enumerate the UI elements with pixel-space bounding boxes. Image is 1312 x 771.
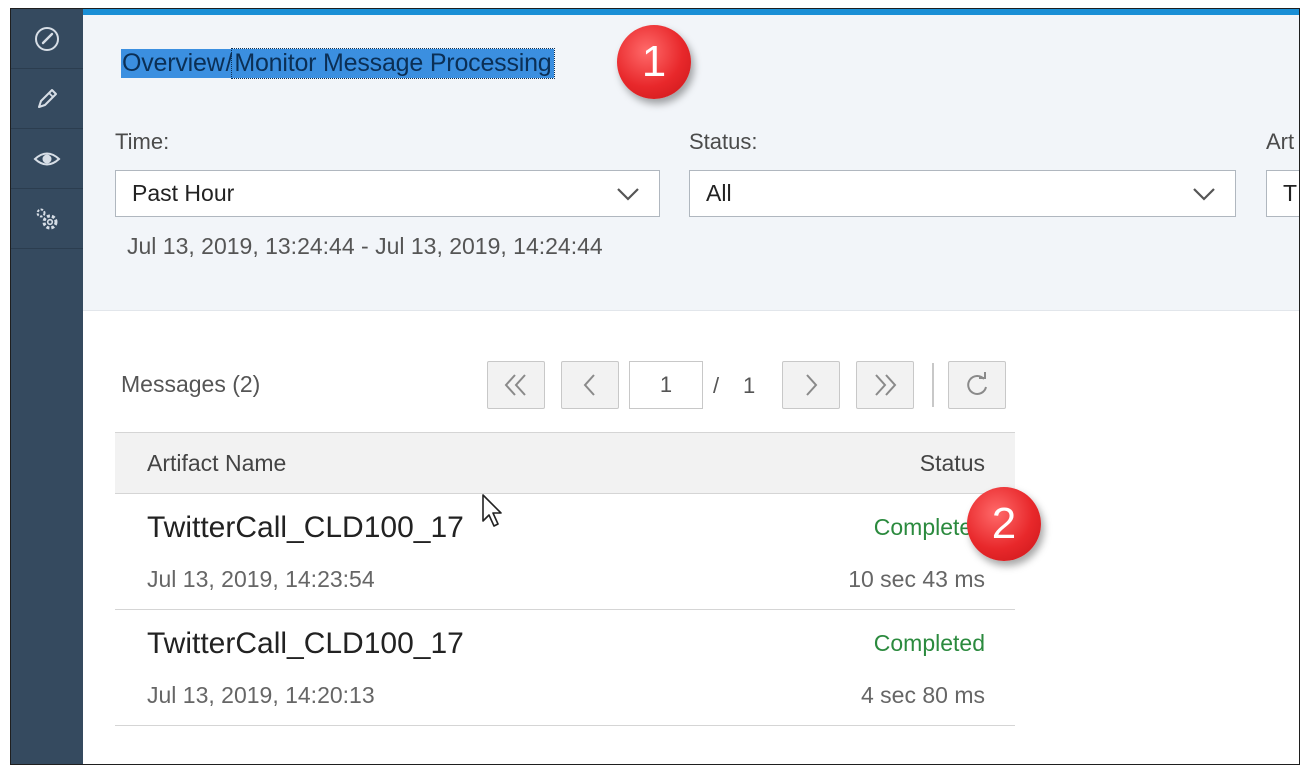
artifact-filter-label: Art	[1266, 129, 1295, 154]
mouse-cursor-icon	[482, 494, 502, 527]
sidebar-item-monitor[interactable]	[11, 129, 83, 189]
refresh-button[interactable]	[948, 361, 1006, 409]
status-filter-label: Status:	[689, 129, 758, 154]
dashboard-icon	[35, 26, 59, 51]
breadcrumb-overview-link[interactable]: Overview	[121, 48, 226, 78]
status-select[interactable]: All	[689, 170, 1236, 217]
time-range-text: Jul 13, 2019, 13:24:44 - Jul 13, 2019, 1…	[127, 233, 603, 259]
time-select[interactable]: Past Hour	[115, 170, 660, 217]
sidebar-item-overview[interactable]	[11, 9, 83, 69]
chevron-right-icon	[806, 374, 818, 396]
breadcrumb-current: Monitor Message Processing	[231, 47, 555, 79]
table-row[interactable]: TwitterCall_CLD100_17 Completed Jul 13, …	[115, 494, 1015, 610]
column-artifact-name[interactable]: Artifact Name	[147, 450, 286, 477]
chevron-down-icon	[1193, 188, 1215, 201]
filter-header: Overview / Monitor Message Processing 1 …	[83, 15, 1299, 311]
messages-title: Messages (2)	[121, 371, 261, 397]
sidebar	[11, 9, 83, 764]
gears-icon	[36, 208, 58, 229]
page-number-input[interactable]: 1	[629, 361, 703, 409]
breadcrumb-separator: /	[225, 48, 233, 78]
status-select-value: All	[706, 180, 732, 206]
sidebar-item-settings[interactable]	[11, 189, 83, 249]
next-page-button[interactable]	[782, 361, 840, 409]
breadcrumb: Overview / Monitor Message Processing	[121, 47, 555, 79]
pagination-divider	[932, 363, 934, 407]
pencil-icon	[38, 88, 57, 108]
page-total: 1	[743, 373, 756, 398]
time-select-value: Past Hour	[132, 180, 235, 206]
table-row[interactable]: TwitterCall_CLD100_17 Completed Jul 13, …	[115, 610, 1015, 726]
annotation-marker-2: 2	[967, 487, 1041, 561]
last-page-button[interactable]	[856, 361, 914, 409]
processed-date: Jul 13, 2019, 14:20:13	[147, 682, 375, 708]
status-text: Completed	[873, 630, 985, 656]
eye-icon	[33, 152, 61, 165]
artifact-name: TwitterCall_CLD100_17	[147, 627, 464, 660]
double-chevron-right-icon	[875, 374, 897, 396]
column-status[interactable]: Status	[920, 450, 985, 477]
chevron-down-icon	[617, 188, 639, 201]
app-window: Overview / Monitor Message Processing 1 …	[10, 8, 1300, 765]
table-header: Artifact Name Status	[115, 432, 1015, 494]
artifact-select-value: T	[1283, 180, 1298, 206]
main-content: Overview / Monitor Message Processing 1 …	[83, 9, 1299, 764]
page-separator: /	[713, 373, 720, 398]
processed-date: Jul 13, 2019, 14:23:54	[147, 566, 375, 592]
annotation-marker-1: 1	[617, 25, 691, 99]
time-filter-label: Time:	[115, 129, 170, 154]
previous-page-button[interactable]	[561, 361, 619, 409]
refresh-icon	[967, 372, 987, 395]
duration-text: 10 sec 43 ms	[848, 566, 985, 592]
sidebar-item-design[interactable]	[11, 69, 83, 129]
artifact-select[interactable]: T	[1266, 170, 1299, 217]
duration-text: 4 sec 80 ms	[861, 682, 985, 708]
artifact-name: TwitterCall_CLD100_17	[147, 511, 464, 544]
chevron-left-icon	[583, 374, 595, 396]
first-page-button[interactable]	[487, 361, 545, 409]
messages-table: Artifact Name Status TwitterCall_CLD100_…	[115, 432, 1015, 726]
double-chevron-left-icon	[504, 374, 526, 396]
